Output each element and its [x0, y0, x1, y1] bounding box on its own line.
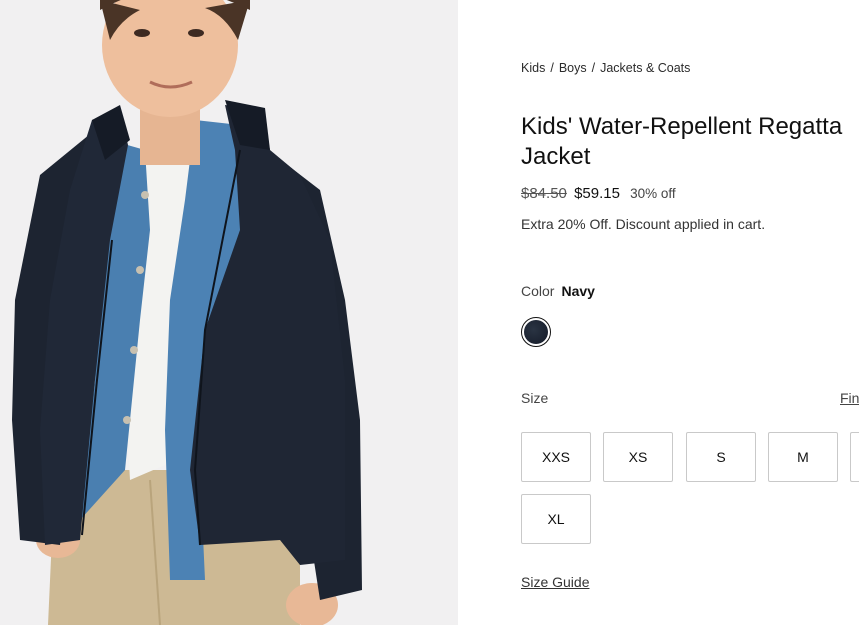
size-label: Size	[521, 390, 549, 406]
promo-message: Extra 20% Off. Discount applied in cart.	[521, 216, 766, 232]
product-info: Kids / Boys / Jackets & Coats Kids' Water-Re…	[521, 0, 859, 625]
breadcrumb: Kids / Boys / Jackets & Coats	[521, 61, 690, 75]
product-photo-illustration	[0, 0, 458, 625]
find-my-size-link[interactable]: Find My Size	[840, 390, 859, 406]
swatch-fill	[524, 320, 548, 344]
product-page: Kids / Boys / Jackets & Coats Kids' Water-Re…	[0, 0, 859, 625]
product-title: Kids' Water-Repellent Regatta Jacket	[521, 113, 843, 170]
breadcrumb-item-kids[interactable]: Kids	[521, 61, 545, 75]
sale-price: $59.15	[574, 185, 620, 202]
breadcrumb-separator: /	[550, 61, 554, 75]
size-option-l[interactable]: L	[850, 432, 859, 482]
selected-color: Navy	[561, 283, 595, 299]
size-option-xl[interactable]: XL	[521, 494, 591, 544]
breadcrumb-separator: /	[591, 61, 596, 75]
size-option-s[interactable]: S	[686, 432, 756, 482]
original-price: $84.50	[521, 185, 567, 202]
size-option-xs[interactable]: XS	[603, 432, 673, 482]
size-guide-link[interactable]: Size Guide	[521, 574, 589, 590]
color-label: Color	[521, 283, 555, 299]
color-swatch-navy[interactable]	[521, 317, 551, 347]
size-option-xxs[interactable]: XXS	[521, 432, 591, 482]
discount-label: 30% off	[630, 186, 676, 201]
breadcrumb-item-jackets-coats[interactable]: Jackets & Coats	[600, 61, 690, 75]
color-selector-header: Color Navy	[521, 283, 595, 299]
product-image[interactable]	[0, 0, 458, 625]
size-option-m[interactable]: M	[768, 432, 838, 482]
breadcrumb-item-boys[interactable]: Boys	[559, 61, 587, 75]
price-row: $84.50 $59.15 30% off	[521, 185, 676, 202]
